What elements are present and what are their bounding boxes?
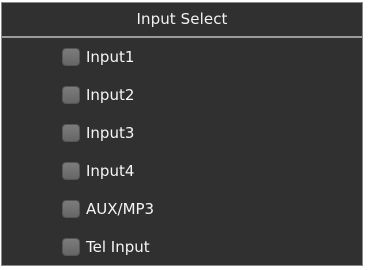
checkbox-tel-input[interactable]	[62, 238, 80, 256]
checkbox-input4[interactable]	[62, 162, 80, 180]
option-input4[interactable]: Input4	[2, 152, 362, 190]
option-input2[interactable]: Input2	[2, 76, 362, 114]
option-label: Tel Input	[86, 238, 150, 256]
option-aux-mp3[interactable]: AUX/MP3	[2, 190, 362, 228]
option-label: AUX/MP3	[86, 200, 155, 218]
input-option-list: Input1 Input2 Input3 Input4 AUX/MP3 Tel …	[2, 38, 362, 266]
checkbox-input1[interactable]	[62, 48, 80, 66]
option-label: Input4	[86, 162, 135, 180]
option-input3[interactable]: Input3	[2, 114, 362, 152]
option-label: Input3	[86, 124, 135, 142]
checkbox-input3[interactable]	[62, 124, 80, 142]
checkbox-aux-mp3[interactable]	[62, 200, 80, 218]
option-input1[interactable]: Input1	[2, 38, 362, 76]
panel-title: Input Select	[2, 3, 362, 38]
input-select-panel: Input Select Input1 Input2 Input3 Input4…	[1, 2, 363, 266]
checkbox-input2[interactable]	[62, 86, 80, 104]
option-tel-input[interactable]: Tel Input	[2, 228, 362, 266]
option-label: Input1	[86, 48, 135, 66]
option-label: Input2	[86, 86, 135, 104]
